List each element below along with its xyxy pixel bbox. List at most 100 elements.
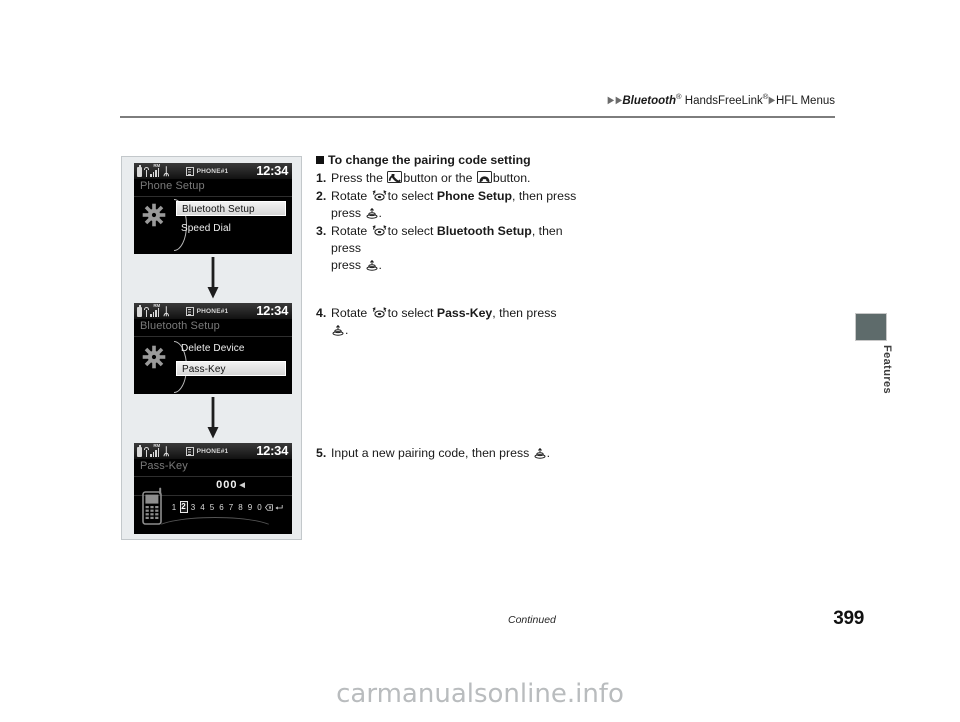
screen-title-divider [134,336,292,337]
roaming-label: RM [153,303,160,308]
roaming-label: RM [153,163,160,168]
instruction-step-2: 2. Rotate to select Phone Setup, then pre… [316,188,586,223]
display-screen-bluetooth-setup: RM ᛦ PHONE#1 12:34 Bluetooth Setup Delet… [134,303,292,394]
screen-title: Pass-Key [140,460,188,472]
step1-text-c: button. [492,171,531,186]
passkey-decorative-arc [154,517,276,534]
status-bar: RM ᛦ PHONE#1 12:34 [134,303,292,319]
passkey-value: 000 [216,479,238,491]
keypad-key-3[interactable]: 3 [189,502,197,513]
gear-icon-group [139,199,187,251]
step2-text-c: , then press [512,188,577,203]
step-number-2: 2. [316,188,327,203]
section-heading: To change the pairing code setting [316,152,586,169]
step-number-4: 4. [316,306,327,320]
gear-icon [142,203,166,227]
bluetooth-icon: ᛦ [163,445,170,458]
step4-text-b: to select [387,306,434,320]
keypad-key-0[interactable]: 0 [256,502,264,513]
signal-bars-icon: RM [144,303,160,317]
step4-text-c: , then press [492,306,557,320]
keypad-key-9[interactable]: 9 [246,502,254,513]
enter-return-icon[interactable] [274,504,283,511]
continued-label: Continued [508,614,556,626]
clock-label: 12:34 [256,163,288,178]
phone-source-label: PHONE#1 [196,447,229,455]
instruction-step-5: 5. Input a new pairing code, then press . [316,445,601,462]
rotary-knob-icon [372,224,387,237]
breadcrumb-arrow-2: ▶ [615,95,622,107]
keypad-key-8[interactable]: 8 [237,502,245,513]
flow-arrow-down-1 [207,257,219,299]
antenna-icon [144,446,149,457]
header-divider [120,116,835,118]
phone-handset-button-icon [387,171,403,184]
status-icons-group: RM ᛦ [137,303,170,318]
bluetooth-icon: ᛦ [163,305,170,318]
breadcrumb-item-bluetooth-sup: ® [676,92,682,101]
screen-title: Phone Setup [140,180,205,192]
instruction-step-4: 4. Rotate to select Pass-Key, then press … [316,305,601,340]
menu-item-delete-device[interactable]: Delete Device [176,341,286,356]
section-tab-label: Features [881,345,893,395]
signal-bar-1 [150,313,152,317]
clock-label: 12:34 [256,303,288,318]
enter-knob-icon [366,207,378,219]
sim-card-icon [185,166,194,176]
screen-flow-panel: RM ᛦ PHONE#1 12:34 Phone Setup Bluetooth… [121,156,302,540]
signal-bar-2 [152,451,154,457]
keypad-key-6[interactable]: 6 [218,502,226,513]
page-number: 399 [833,608,864,629]
step3-text-d: . [378,258,382,273]
signal-bar-1 [150,173,152,177]
screen-title: Bluetooth Setup [140,320,220,332]
keypad-key-2[interactable]: 2 [179,501,188,513]
keypad-key-7[interactable]: 7 [227,502,235,513]
signal-bar-2 [152,311,154,317]
bluetooth-icon: ᛦ [163,165,170,178]
section-tab-marker [855,313,887,341]
instruction-list: To change the pairing code setting 1. Pre… [316,152,586,460]
section-heading-text: To change the pairing code setting [328,153,531,167]
instruction-step-1: 1. Press the button or the button. [316,170,586,187]
step4-target: Pass-Key [436,306,493,320]
signal-bar-3 [155,309,157,317]
roaming-label: RM [153,443,160,448]
keypad-key-4[interactable]: 4 [199,502,207,513]
step2-target: Phone Setup [436,188,513,203]
menu-item-pass-key[interactable]: Pass-Key [176,361,286,376]
backspace-icon[interactable] [265,503,273,511]
step4-text-d: . [345,323,349,338]
screen-title-divider [134,196,292,197]
signal-bar-4 [157,307,159,317]
antenna-icon [144,306,149,317]
signal-bar-3 [155,449,157,457]
menu-item-bluetooth-setup[interactable]: Bluetooth Setup [176,201,286,216]
step5-text-a: Input a new pairing code, then press [331,446,530,460]
phone-source-label: PHONE#1 [196,167,229,175]
enter-knob-icon [332,324,344,337]
signal-bar-3 [155,169,157,177]
step-number-3: 3. [316,223,327,238]
passkey-value-display: 000 ◀ [176,479,286,491]
battery-icon [137,445,142,457]
clock-label: 12:34 [256,443,288,458]
step2-text-d: . [378,206,382,221]
step5-text-b: . [546,446,551,460]
display-screen-pass-key: RM ᛦ PHONE#1 12:34 Pass-Key 000 ◀ 1 2 3 … [134,443,292,534]
step1-text-b: button or the [403,171,473,186]
instruction-step-3: 3. Rotate to select Bluetooth Setup, then… [316,223,586,275]
menu-item-speed-dial[interactable]: Speed Dial [176,221,286,236]
step-number-1: 1. [316,171,327,186]
phone-source-group: PHONE#1 [185,166,229,176]
sim-card-icon [185,306,194,316]
step2-text-b: to select [387,188,434,203]
passkey-keypad[interactable]: 1 2 3 4 5 6 7 8 9 0 [170,501,283,513]
display-screen-phone-setup: RM ᛦ PHONE#1 12:34 Phone Setup Bluetooth… [134,163,292,254]
battery-icon [137,305,142,317]
signal-bars-icon: RM [144,443,160,457]
keypad-key-1[interactable]: 1 [170,502,178,513]
breadcrumb-arrow-3: ▶ [768,95,776,107]
signal-bars-icon: RM [144,163,160,177]
keypad-key-5[interactable]: 5 [208,502,216,513]
